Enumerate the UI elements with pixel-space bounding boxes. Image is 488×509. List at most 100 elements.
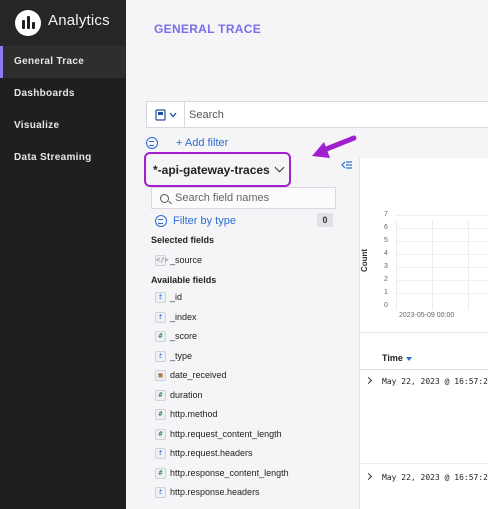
field-search [151,187,336,209]
filter-count-badge: 0 [317,213,333,227]
field-item-source[interactable]: </> _source [155,253,202,267]
field-name: http.request.headers [170,448,253,458]
y-axis-label: Count [360,248,370,273]
collapse-sidebar-icon[interactable] [341,160,353,173]
field-name: http.response.headers [170,487,260,497]
field-name: http.response_content_length [170,468,289,478]
y-tick-label: 3 [384,263,388,270]
string-field-icon: t [155,486,166,498]
y-tick-label: 7 [384,211,388,218]
time-column-header[interactable]: Time [382,353,412,363]
sidebar: Analytics General Trace Dashboards Visua… [0,0,126,509]
y-tick-label: 4 [384,250,388,257]
divider [360,369,488,370]
table-row[interactable]: May 22, 2023 @ 16:57:2 [360,375,488,391]
table-row[interactable]: May 22, 2023 @ 16:57:2 [360,471,488,487]
field-item[interactable]: # duration [155,388,203,402]
grid-line [396,228,488,229]
field-name: _type [170,351,193,361]
grid-line [468,220,469,310]
row-time: May 22, 2023 @ 16:57:2 [382,377,488,386]
field-item[interactable]: # http.response_content_length [155,466,289,480]
field-search-input[interactable] [175,192,325,204]
filter-options-icon[interactable] [146,137,158,149]
field-name: duration [170,390,203,400]
y-tick-label: 6 [384,224,388,231]
grid-line [396,220,397,310]
field-name: _index [170,312,197,322]
date-field-icon: ▦ [155,369,166,381]
grid-line [396,280,488,281]
grid-line [396,267,488,268]
saved-query-icon [154,108,166,121]
page-title: GENERAL TRACE [154,22,262,36]
histogram-chart: Count 7 6 5 4 3 2 1 0 2023-05-09 00:00 [360,158,488,333]
sidebar-item-visualize[interactable]: Visualize [0,110,126,142]
string-field-icon: t [155,350,166,362]
app-name: Analytics [48,12,110,29]
field-item[interactable]: t _index [155,310,197,324]
add-filter-button[interactable]: + Add filter [176,137,228,149]
string-field-icon: t [155,291,166,303]
divider [360,463,488,464]
sidebar-item-dashboards[interactable]: Dashboards [0,78,126,110]
sidebar-nav: General Trace Dashboards Visualize Data … [0,46,126,174]
saved-query-button[interactable] [147,102,185,127]
number-field-icon: # [155,408,166,420]
analytics-logo-icon [15,10,41,36]
number-field-icon: # [155,330,166,342]
field-name: http.request_content_length [170,429,282,439]
field-item[interactable]: ▦ date_received [155,368,227,382]
field-name: _score [170,331,198,341]
row-time: May 22, 2023 @ 16:57:2 [382,473,488,482]
field-item[interactable]: # _score [155,329,197,343]
index-pattern-selector[interactable]: *-api-gateway-traces [144,152,291,187]
field-item[interactable]: # http.method [155,407,218,421]
field-item[interactable]: t _type [155,349,192,363]
grid-line [396,293,488,294]
search-input[interactable] [187,102,487,127]
filter-by-type-button[interactable]: Filter by type [173,215,236,227]
field-item[interactable]: t http.response.headers [155,485,260,499]
chevron-down-icon [169,112,176,117]
search-icon [160,193,169,203]
field-item[interactable]: t _id [155,290,182,304]
index-pattern-name: *-api-gateway-traces [153,162,270,177]
number-field-icon: # [155,428,166,440]
field-name: date_received [170,370,227,380]
x-tick-label: 2023-05-09 00:00 [399,312,455,319]
y-tick-label: 0 [384,302,388,309]
grid-line [396,241,488,242]
field-name: _source [170,255,203,265]
number-field-icon: # [155,467,166,479]
sort-desc-icon [405,356,412,361]
y-tick-label: 2 [384,276,388,283]
brand[interactable]: Analytics [0,0,126,46]
string-field-icon: t [155,447,166,459]
field-item[interactable]: t http.request.headers [155,446,253,460]
expand-row-icon[interactable] [364,376,373,385]
sidebar-item-data-streaming[interactable]: Data Streaming [0,142,126,174]
results-panel: Count 7 6 5 4 3 2 1 0 2023-05-09 00:00 T… [359,158,488,509]
chevron-down-icon [274,162,285,173]
field-name: _id [170,292,183,302]
filter-icon [155,215,167,227]
selected-fields-title: Selected fields [151,235,215,245]
grid-line [432,220,433,310]
sidebar-item-general-trace[interactable]: General Trace [0,46,126,78]
source-field-icon: </> [155,254,169,266]
y-tick-label: 5 [384,237,388,244]
grid-line [396,254,488,255]
annotation-arrow-icon [312,135,357,158]
filter-by-type-row: Filter by type 0 [155,213,333,229]
string-field-icon: t [155,311,166,323]
main-area: GENERAL TRACE + Add filter *-api-gateway… [126,0,488,509]
query-bar [146,101,488,128]
time-header-label: Time [382,353,403,363]
filter-row: + Add filter [146,135,228,151]
field-name: http.method [170,409,218,419]
field-item[interactable]: # http.request_content_length [155,427,282,441]
available-fields-title: Available fields [151,275,217,285]
number-field-icon: # [155,389,166,401]
expand-row-icon[interactable] [364,472,373,481]
